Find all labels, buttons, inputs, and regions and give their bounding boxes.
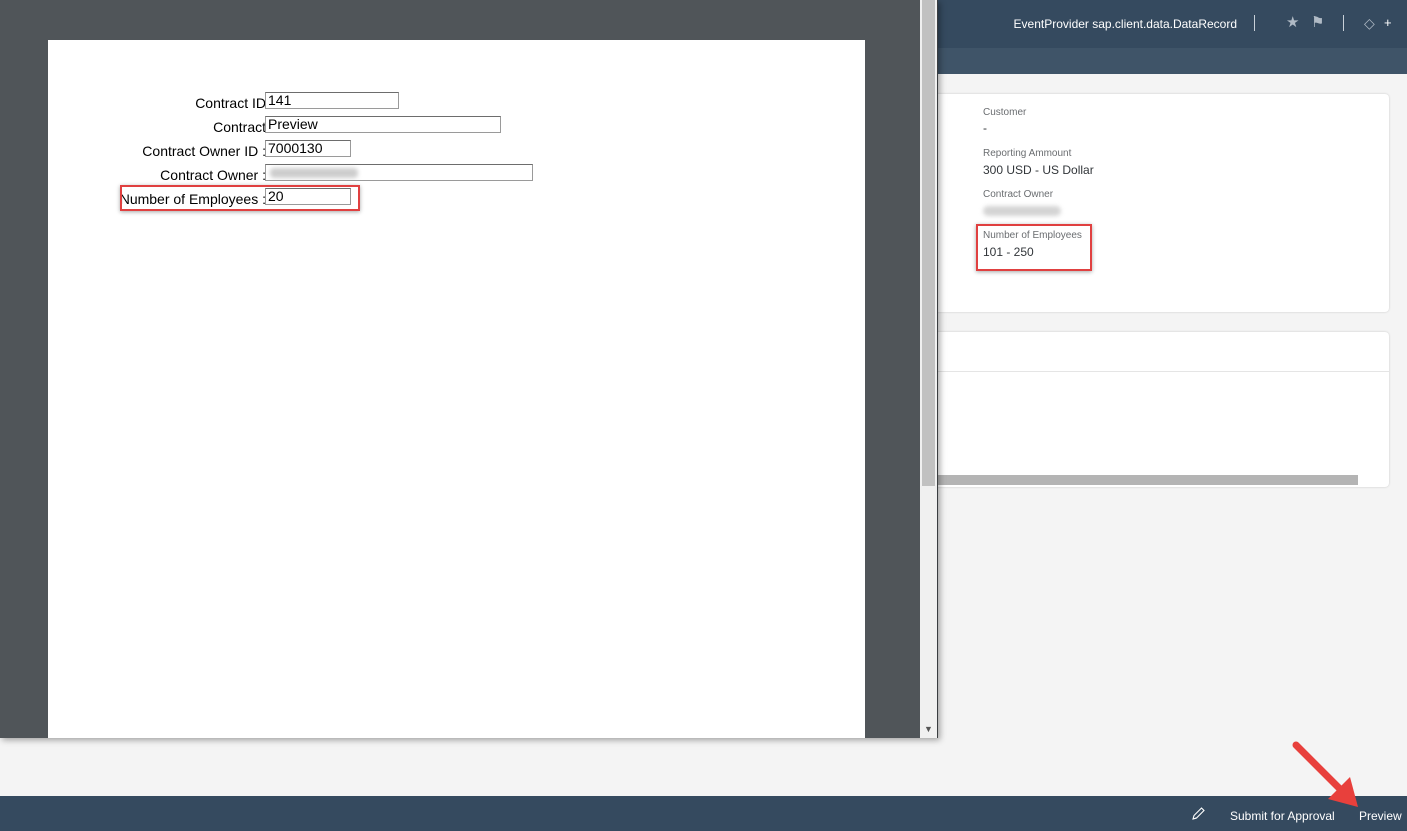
employees-highlight-box [976, 224, 1092, 271]
preview-popup-window: Contract ID 141 Contract Preview Contrac… [0, 0, 938, 738]
customer-value: - [983, 121, 987, 135]
contract-owner-label: Contract Owner [983, 189, 1054, 200]
vertical-scrollbar[interactable]: ▼ [920, 0, 937, 738]
scrollbar-thumb[interactable] [922, 0, 935, 486]
contract-label: Contract [213, 119, 266, 135]
contract-owner-label: Contract Owner : [160, 167, 266, 183]
contract-owner-id-label: Contract Owner ID : [142, 143, 266, 159]
pdf-page: Contract ID 141 Contract Preview Contrac… [48, 40, 865, 738]
footer-toolbar: Submit for Approval Preview [0, 796, 1407, 831]
contract-id-field[interactable]: 141 [265, 92, 399, 109]
edit-pencil-icon[interactable] [1190, 806, 1206, 822]
header-separator [1343, 15, 1344, 31]
contract-owner-redacted [270, 168, 358, 178]
contract-owner-value-redacted [983, 206, 1061, 216]
reporting-amount-label: Reporting Ammount [983, 148, 1072, 159]
contract-owner-id-field[interactable]: 7000130 [265, 140, 351, 157]
star-icon[interactable]: ★ [1286, 14, 1299, 32]
share-icon[interactable]: ◇ [1364, 14, 1375, 32]
contract-field[interactable]: Preview [265, 116, 501, 133]
shell-title: EventProvider sap.client.data.DataRecord [1013, 17, 1237, 31]
scroll-down-arrow-icon[interactable]: ▼ [920, 722, 937, 736]
add-icon[interactable]: + [1384, 14, 1392, 32]
details-card: Customer - Reporting Ammount 300 USD - U… [932, 94, 1389, 312]
reporting-amount-value: 300 USD - US Dollar [983, 163, 1094, 177]
employees-highlight-box [120, 185, 360, 211]
flag-icon[interactable]: ⚑ [1311, 14, 1324, 32]
customer-label: Customer [983, 107, 1027, 118]
horizontal-scrollbar[interactable] [932, 475, 1358, 485]
contract-owner-field[interactable] [265, 164, 533, 181]
card-divider [932, 371, 1389, 372]
header-separator [1254, 15, 1255, 31]
secondary-card [932, 332, 1389, 487]
pointer-arrow-icon [1292, 741, 1358, 807]
contract-id-label: Contract ID [195, 95, 266, 111]
